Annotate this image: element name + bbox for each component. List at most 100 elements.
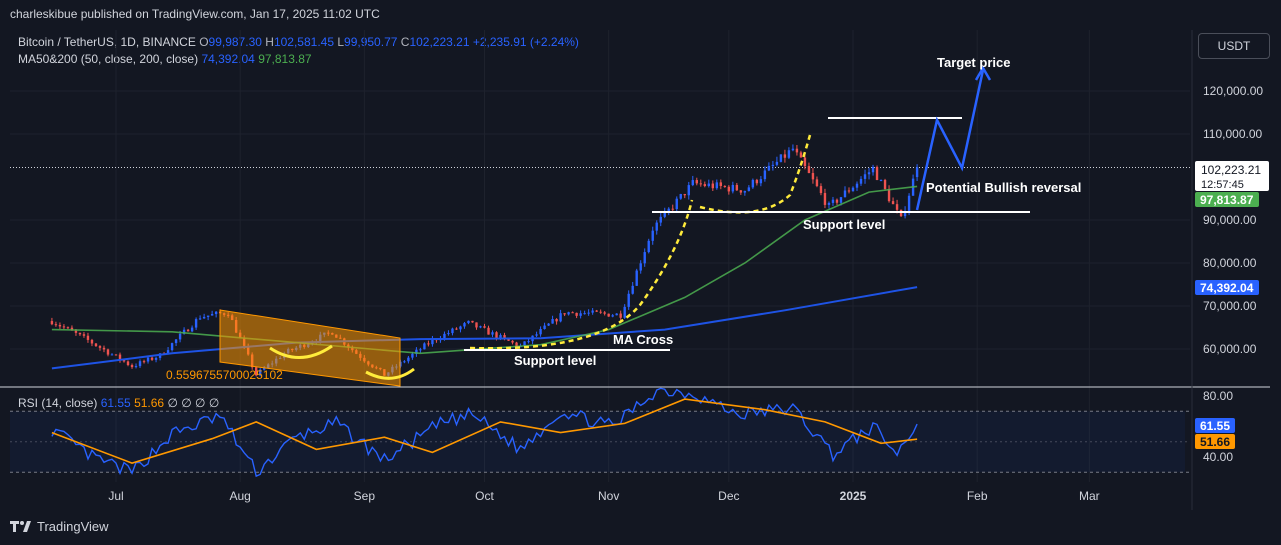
candle-body — [627, 293, 630, 307]
candle-body — [547, 323, 550, 326]
candle-body — [915, 167, 919, 178]
candle-body — [643, 252, 646, 264]
candle-body — [755, 179, 759, 184]
candle-body — [875, 166, 879, 181]
candle-body — [879, 179, 883, 181]
candle-body — [843, 190, 847, 198]
candle-body — [823, 193, 827, 205]
candle-body — [615, 313, 618, 316]
candle-body — [154, 357, 158, 360]
candle-body — [503, 335, 506, 338]
candle-body — [194, 319, 198, 328]
candle-body — [571, 312, 574, 314]
candle-body — [699, 183, 702, 185]
candle-body — [563, 313, 566, 315]
candle-body — [186, 329, 190, 332]
candle-body — [411, 353, 414, 358]
candle-body — [150, 357, 154, 360]
candle-body — [479, 326, 482, 328]
rsi-layer: RSI (14, close) 61.55 51.66 ∅ ∅ ∅ ∅ — [10, 387, 1190, 478]
candle-body — [419, 349, 422, 351]
brand-name: TradingView — [37, 519, 109, 534]
price-tick-label: 90,000.00 — [1203, 213, 1257, 227]
rsi-legend-extra: ∅ ∅ ∅ ∅ — [167, 396, 219, 410]
candle-body — [715, 182, 719, 189]
candle-body — [787, 150, 791, 158]
candle-body — [567, 312, 570, 315]
candle-body — [110, 354, 114, 356]
candle-body — [210, 314, 214, 316]
candle-body — [134, 366, 138, 368]
time-tick-label: Feb — [967, 489, 988, 503]
candle-body — [142, 361, 146, 363]
candle-body — [595, 310, 598, 312]
candle-body — [683, 194, 686, 196]
candle-body — [126, 361, 130, 366]
time-tick-label: Oct — [475, 489, 494, 503]
yellow-dashed-curve-1 — [469, 199, 694, 350]
candle-body — [206, 315, 210, 317]
candle-body — [815, 179, 819, 187]
candle-body — [799, 152, 803, 158]
time-tick-label: Nov — [598, 489, 619, 503]
candle-body — [559, 313, 562, 322]
bullish-reversal-label: Potential Bullish reversal — [926, 180, 1081, 195]
time-tick-label: Dec — [718, 489, 739, 503]
candle-body — [467, 320, 470, 324]
candle-body — [607, 313, 610, 317]
rsi-legend-label: RSI (14, close) — [18, 396, 101, 410]
candle-body — [114, 354, 118, 356]
candle-body — [735, 184, 739, 191]
candle-body — [491, 332, 494, 335]
price-tick-label: 80,000.00 — [1203, 256, 1257, 270]
candle-body — [583, 313, 586, 315]
price-tick-label: 60,000.00 — [1203, 342, 1257, 356]
candle-body — [463, 323, 466, 327]
rsi-legend-value: 61.55 — [101, 396, 134, 410]
candle-body — [895, 204, 899, 210]
candle-body — [403, 361, 406, 363]
candle-body — [487, 327, 490, 335]
price-chart-canvas[interactable]: 0.5596755700025102 Target price Potential … — [0, 0, 1281, 545]
candle-body — [543, 325, 546, 329]
candle-body — [771, 164, 775, 166]
candle-body — [78, 332, 82, 335]
candle-body — [807, 166, 811, 174]
rsi-badge-value: 61.55 — [1200, 419, 1230, 433]
candle-body — [527, 341, 530, 343]
candle-body — [743, 191, 747, 193]
time-tick-label: Sep — [354, 489, 376, 503]
candle-body — [475, 322, 478, 328]
candle-body — [202, 316, 206, 319]
candle-body — [863, 174, 867, 179]
last-price-value: 102,223.21 — [1201, 163, 1261, 177]
candle-body — [90, 339, 94, 344]
candle-body — [483, 326, 486, 328]
candle-body — [495, 332, 498, 339]
candle-body — [579, 313, 582, 316]
candle-body — [198, 318, 202, 320]
candle-body — [847, 190, 851, 192]
time-tick-label: Mar — [1079, 489, 1100, 503]
tradingview-brand[interactable]: TradingView — [10, 519, 109, 534]
ma50-badge-value: 97,813.87 — [1200, 193, 1254, 207]
candle-body — [687, 185, 690, 196]
candle-body — [58, 325, 62, 327]
rsi-tick-label: 40.00 — [1203, 450, 1233, 464]
candle-body — [763, 170, 767, 180]
time-tick-label: Aug — [229, 489, 250, 503]
candle-body — [859, 178, 863, 184]
candle-body — [827, 202, 831, 205]
candle-body — [839, 197, 843, 203]
fib-label: 0.5596755700025102 — [166, 368, 283, 382]
candle-body — [54, 324, 58, 326]
candle-body — [695, 180, 698, 184]
yellow-dashed-curve-2 — [699, 134, 812, 214]
candle-body — [138, 361, 142, 367]
support-upper-label: Support level — [803, 217, 885, 232]
candle-body — [459, 326, 462, 330]
candle-body — [835, 199, 839, 203]
ma-cross-label: MA Cross — [613, 332, 673, 347]
candle-body — [671, 208, 674, 210]
candle-body — [619, 313, 622, 318]
